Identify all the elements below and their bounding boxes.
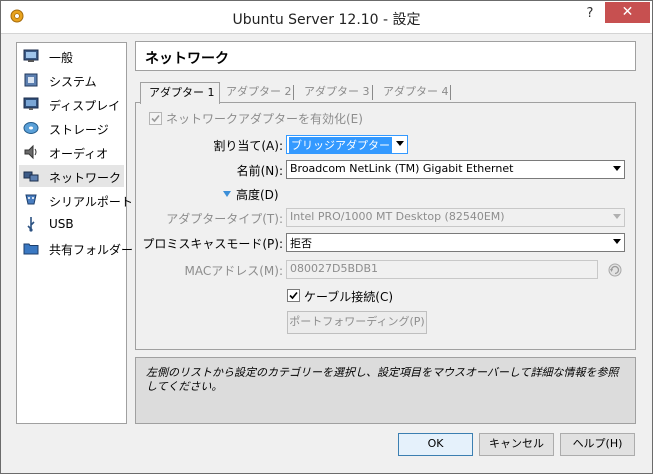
monitor-icon [23,49,39,62]
close-button[interactable]: ✕ [605,2,650,23]
refresh-mac-icon[interactable] [607,262,623,278]
sidebar-item-network[interactable]: ネットワーク [19,165,124,187]
adapter-type-value: Intel PRO/1000 MT Desktop (82540EM) [290,210,505,223]
sidebar-item-label: オーディオ [49,147,109,161]
sidebar-item-audio[interactable]: オーディオ [19,141,124,163]
chip-icon [24,73,38,87]
sidebar-item-general[interactable]: 一般 [19,45,124,67]
usb-icon [27,217,35,232]
sidebar-item-label: システム [49,75,97,89]
tab-adapter-2[interactable]: アダプター 2 [226,82,292,102]
sidebar-item-label: 一般 [49,51,74,65]
adapter-type-label: アダプタータイプ(T): [166,212,283,226]
chevron-down-icon [613,166,621,171]
cancel-button[interactable]: キャンセル [479,433,554,456]
mac-address-value: 080027D5BDB1 [290,262,379,275]
folder-icon [23,243,39,255]
tab-adapter-1[interactable]: アダプター 1 [140,82,220,104]
chevron-down-icon [613,239,621,244]
tab-separator [450,85,451,100]
mac-address-label: MACアドレス(M): [184,264,284,278]
advanced-toggle[interactable]: 高度(D) [236,186,279,203]
display-icon [23,97,39,110]
attached-to-select[interactable]: ブリッジアダプター [286,135,408,154]
serial-port-icon [25,194,37,205]
adapter-type-select[interactable]: Intel PRO/1000 MT Desktop (82540EM) [286,208,625,227]
speaker-icon [24,144,37,160]
tab-adapter-4[interactable]: アダプター 4 [383,82,449,102]
disk-icon [23,122,39,134]
mac-address-field[interactable]: 080027D5BDB1 [286,260,598,279]
sidebar-item-label: ディスプレイ [49,99,121,113]
cable-connected-label: ケーブル接続(C) [304,290,394,304]
tab-adapter-3[interactable]: アダプター 3 [304,82,370,102]
enable-adapter-label: ネットワークアダプターを有効化(E) [166,112,363,126]
promiscuous-mode-select[interactable]: 拒否 [286,233,625,252]
expand-arrow-icon[interactable] [222,189,232,199]
page-header: ネットワーク [135,41,636,71]
enable-adapter-checkbox[interactable] [149,112,162,125]
info-box: 左側のリストから設定のカテゴリーを選択し、設定項目をマウスオーバーして詳細な情報… [135,357,636,424]
sidebar-item-serial-port[interactable]: シリアルポート [19,189,133,211]
chevron-down-icon [396,141,404,146]
sidebar-item-display[interactable]: ディスプレイ [19,93,124,115]
sidebar-item-system[interactable]: システム [19,69,124,91]
promiscuous-mode-label: プロミスキャスモード(P): [142,237,283,251]
checkmark-icon [289,291,298,300]
cable-connected-checkbox[interactable] [287,289,300,302]
sidebar-item-label: ストレージ [49,123,109,137]
sidebar-item-usb[interactable]: USB [19,213,124,235]
sidebar-item-label: 共有フォルダー [49,243,134,257]
network-icon [23,171,39,182]
chevron-down-icon [613,214,621,219]
promiscuous-mode-value: 拒否 [290,237,312,250]
title-help-button[interactable]: ? [577,3,603,27]
adapter-name-value: Broadcom NetLink (TM) Gigabit Ethernet [290,162,514,175]
sidebar-item-storage[interactable]: ストレージ [19,117,124,139]
help-button[interactable]: ヘルプ(H) [560,433,635,456]
adapter-name-select[interactable]: Broadcom NetLink (TM) Gigabit Ethernet [286,160,625,179]
sidebar-item-shared-folders[interactable]: 共有フォルダー [19,237,133,259]
settings-window: Ubuntu Server 12.10 - 設定 ? ✕ 一般 システム ディス… [0,0,653,474]
checkmark-icon [151,114,160,123]
adapter-panel: ネットワークアダプターを有効化(E) 割り当て(A): ブリッジアダプター 名前… [135,102,636,350]
port-forwarding-button[interactable]: ポートフォワーディング(P) [287,311,427,334]
info-text: 左側のリストから設定のカテゴリーを選択し、設定項目をマウスオーバーして詳細な情報… [146,366,619,393]
attached-to-value: ブリッジアダプター [289,137,392,153]
settings-sidebar: 一般 システム ディスプレイ ストレージ オーディオ ネットワーク シリアルポー… [16,42,133,424]
sidebar-item-label: シリアルポート [49,195,133,209]
ok-button[interactable]: OK [398,433,473,456]
attached-to-label: 割り当て(A): [213,139,283,153]
page-title: ネットワーク [145,51,229,67]
window-title: Ubuntu Server 12.10 - 設定 [232,12,421,28]
title-bar: Ubuntu Server 12.10 - 設定 ? ✕ [1,1,652,34]
adapter-name-label: 名前(N): [236,164,283,178]
tab-separator [372,85,373,100]
sidebar-item-label: ネットワーク [49,171,122,185]
sidebar-item-label: USB [49,217,74,231]
tab-separator [293,85,294,100]
